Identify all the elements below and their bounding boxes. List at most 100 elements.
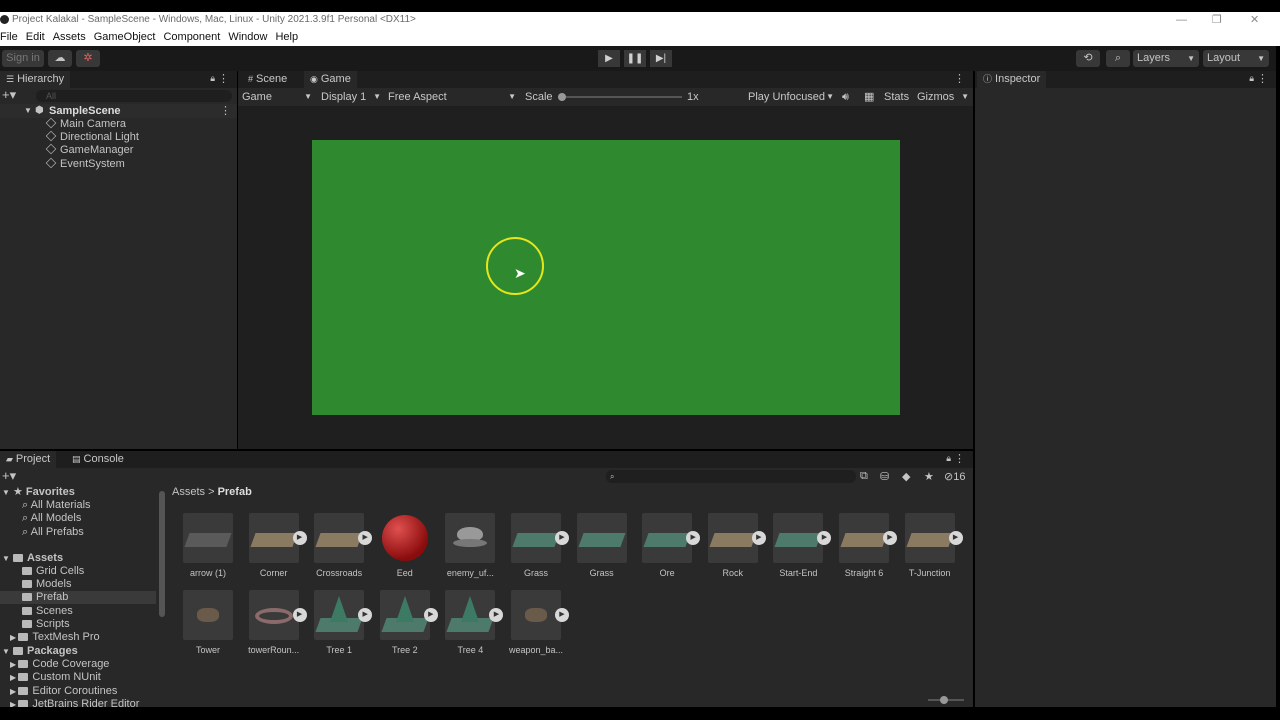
favorite-star-icon[interactable]: ★	[924, 470, 934, 483]
menu-help[interactable]: Help	[275, 28, 298, 46]
expand-prefab-icon[interactable]: ▶	[948, 531, 963, 545]
stats-button[interactable]: Stats	[884, 90, 909, 104]
packages-header[interactable]: ▼ Packages	[2, 645, 78, 658]
minimize-button[interactable]: —	[1176, 12, 1187, 28]
layers-dropdown[interactable]: Layers ▼	[1133, 50, 1199, 67]
label-icon[interactable]: ◆	[902, 470, 910, 483]
prefab-asset[interactable]: ▶ Tree 1	[309, 590, 373, 655]
keyboard-icon[interactable]: ▦	[864, 90, 874, 104]
prefab-asset[interactable]: ▶ T-Junction	[900, 513, 963, 578]
slider-handle[interactable]	[940, 696, 948, 704]
more-options-icon[interactable]: ⋮	[954, 72, 965, 85]
tab-scene[interactable]: # Scene	[242, 71, 293, 88]
game-render-view[interactable]	[312, 140, 900, 415]
favorite-item[interactable]: ⌕ All Prefabs	[22, 526, 84, 539]
add-icon[interactable]: +▾	[2, 468, 16, 484]
prefab-asset[interactable]: Grass	[572, 513, 632, 578]
aspect-dropdown[interactable]: Free Aspect ▼	[388, 90, 516, 104]
restore-button[interactable]: ❐	[1212, 12, 1222, 28]
hierarchy-search-input[interactable]: All	[36, 90, 232, 102]
package-item[interactable]: ▶ Custom NUnit	[10, 671, 101, 684]
prefab-asset[interactable]: ▶ Ore	[637, 513, 701, 578]
thumbnail-size-slider[interactable]	[928, 696, 964, 704]
prefab-asset[interactable]: ▶ Rock	[703, 513, 766, 578]
more-options-icon[interactable]: ⋮	[954, 452, 965, 465]
pause-button[interactable]: ❚❚	[624, 50, 646, 67]
package-item[interactable]: ▶ Code Coverage	[10, 658, 109, 671]
folder-item[interactable]: Grid Cells	[22, 565, 84, 578]
menu-gameobject[interactable]: GameObject	[94, 28, 156, 46]
scene-options-icon[interactable]: ⋮	[220, 104, 231, 117]
lock-icon[interactable]: 🔒︎	[946, 453, 951, 464]
prefab-asset[interactable]: ▶ towerRoun...	[244, 590, 307, 655]
prefab-asset[interactable]: ▶ Tree 4	[440, 590, 504, 655]
gizmos-dropdown[interactable]: Gizmos ▼	[917, 90, 969, 104]
menu-file[interactable]: File	[0, 28, 18, 46]
cloud-icon[interactable]: ☁	[48, 50, 72, 67]
prefab-asset[interactable]: ▶ Straight 6	[834, 513, 897, 578]
scene-row[interactable]: ▼ ⬢ SampleScene ⋮	[0, 104, 237, 118]
favorite-item[interactable]: ⌕ All Models	[22, 512, 81, 525]
assets-header[interactable]: ▼ Assets	[2, 552, 63, 565]
expand-prefab-icon[interactable]: ▶	[686, 531, 701, 545]
menu-edit[interactable]: Edit	[26, 28, 45, 46]
mute-audio-icon[interactable]: 🔊︎	[842, 90, 849, 104]
prefab-asset[interactable]: ▶ weapon_ba...	[506, 590, 569, 655]
project-search-input[interactable]: ⌕	[606, 470, 856, 483]
prefab-asset[interactable]: ▶ Tree 2	[375, 590, 438, 655]
expand-prefab-icon[interactable]: ▶	[555, 608, 569, 622]
more-options-icon[interactable]: ⋮	[1257, 72, 1268, 85]
expand-prefab-icon[interactable]: ▶	[358, 531, 373, 545]
search-by-type-icon[interactable]: ⧉	[860, 470, 868, 483]
scale-slider[interactable]	[558, 93, 682, 101]
more-options-icon[interactable]: ⋮	[218, 72, 229, 85]
expand-prefab-icon[interactable]: ▶	[817, 531, 832, 545]
folder-item[interactable]: Scenes	[22, 605, 73, 618]
expand-prefab-icon[interactable]: ▶	[292, 531, 307, 545]
tab-game[interactable]: ◉ Game	[304, 71, 357, 88]
search-icon[interactable]: ⌕	[1106, 50, 1130, 67]
hierarchy-item[interactable]: GameManager	[45, 143, 133, 157]
lock-icon[interactable]: 🔒︎	[1249, 73, 1254, 84]
collab-icon[interactable]: ✲	[76, 50, 100, 67]
tree-scrollbar[interactable]	[159, 491, 165, 617]
step-button[interactable]: ▶|	[650, 50, 672, 67]
tab-console[interactable]: ▤ Console	[66, 451, 130, 468]
expand-prefab-icon[interactable]: ▶	[489, 608, 504, 622]
tab-inspector[interactable]: ⓘ Inspector	[977, 71, 1047, 88]
prefab-asset[interactable]: enemy_uf...	[440, 513, 500, 578]
folder-item-selected[interactable]: Prefab	[22, 591, 68, 604]
folder-item[interactable]: ▶ TextMesh Pro	[10, 631, 100, 644]
hidden-packages-toggle[interactable]: ⊘16	[944, 470, 965, 483]
breadcrumb-assets[interactable]: Assets	[172, 486, 205, 498]
expand-prefab-icon[interactable]: ▶	[292, 608, 307, 622]
hierarchy-item[interactable]: Directional Light	[45, 130, 139, 144]
hierarchy-item[interactable]: Main Camera	[45, 117, 126, 131]
package-item[interactable]: ▶ JetBrains Rider Editor	[10, 698, 139, 707]
expand-prefab-icon[interactable]: ▶	[555, 531, 569, 545]
lock-icon[interactable]: 🔒︎	[210, 73, 215, 84]
expand-prefab-icon[interactable]: ▶	[751, 531, 766, 545]
tab-hierarchy[interactable]: ☰ Hierarchy	[0, 71, 71, 88]
prefab-asset[interactable]: Tower	[178, 590, 238, 655]
prefab-asset[interactable]: ▶ Crossroads	[309, 513, 373, 578]
expand-icon[interactable]: ▼	[24, 106, 32, 115]
favorite-item[interactable]: ⌕ All Materials	[22, 499, 91, 512]
sign-in-button[interactable]: Sign in	[2, 50, 44, 67]
history-icon[interactable]: ⟲	[1076, 50, 1100, 67]
menu-component[interactable]: Component	[163, 28, 220, 46]
package-item[interactable]: ▶ Editor Coroutines	[10, 685, 117, 698]
expand-prefab-icon[interactable]: ▶	[883, 531, 897, 545]
menu-window[interactable]: Window	[228, 28, 267, 46]
expand-prefab-icon[interactable]: ▶	[358, 608, 373, 622]
favorites-header[interactable]: ▼ ★ Favorites	[2, 486, 75, 499]
layout-dropdown[interactable]: Layout ▼	[1203, 50, 1269, 67]
tab-project[interactable]: ▰ Project	[0, 451, 57, 468]
display-dropdown[interactable]: Display 1 ▼	[321, 90, 381, 104]
prefab-asset[interactable]: ▶ Start-End	[768, 513, 832, 578]
breadcrumb-prefab[interactable]: Prefab	[218, 486, 252, 498]
filter-type-icon[interactable]: ⛁	[880, 470, 889, 483]
hierarchy-item[interactable]: EventSystem	[45, 157, 125, 171]
prefab-asset[interactable]: Eed	[375, 513, 435, 578]
expand-prefab-icon[interactable]: ▶	[423, 608, 438, 622]
